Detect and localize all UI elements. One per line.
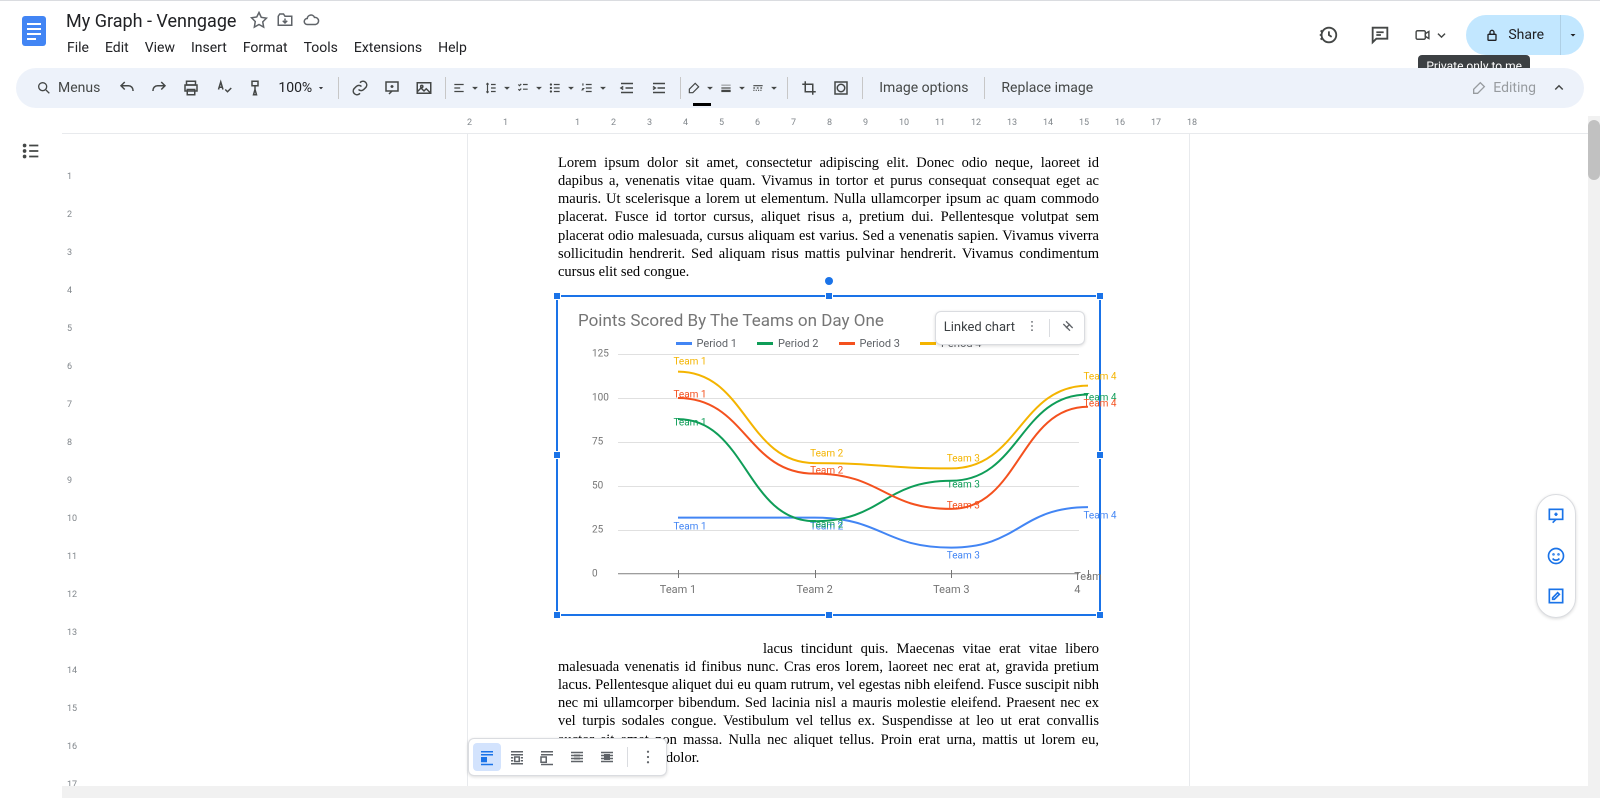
crop-button[interactable]	[794, 73, 824, 103]
menu-tools[interactable]: Tools	[297, 36, 345, 60]
menu-format[interactable]: Format	[236, 36, 295, 60]
checklist-button[interactable]	[516, 73, 546, 103]
add-emoji-icon[interactable]	[1541, 541, 1571, 571]
decrease-indent-button[interactable]	[612, 73, 642, 103]
border-weight-button[interactable]	[719, 73, 749, 103]
menu-view[interactable]: View	[138, 36, 182, 60]
docs-logo[interactable]	[16, 13, 52, 49]
meet-icon[interactable]	[1414, 17, 1450, 53]
menu-extensions[interactable]: Extensions	[347, 36, 429, 60]
collapse-toolbar-button[interactable]	[1544, 73, 1574, 103]
vertical-ruler[interactable]: 1234567891011121314151617	[62, 134, 80, 798]
linked-chart-label[interactable]: Linked chart	[944, 320, 1015, 335]
comments-icon[interactable]	[1362, 17, 1398, 53]
share-button[interactable]: Share	[1466, 15, 1584, 55]
comment-pills	[1536, 494, 1576, 618]
bulleted-list-button[interactable]	[548, 73, 578, 103]
document-area[interactable]: 21123456789101112131415161718 1234567891…	[62, 116, 1600, 798]
doc-title[interactable]: My Graph - Venngage	[60, 9, 242, 34]
numbered-list-button[interactable]	[580, 73, 610, 103]
star-icon[interactable]	[250, 11, 268, 33]
resize-handle[interactable]	[1096, 292, 1104, 300]
cloud-icon[interactable]	[302, 11, 320, 33]
toolbar: Menus 100% Image options Replace image E…	[16, 68, 1584, 108]
editing-mode[interactable]: Editing	[1471, 80, 1536, 96]
suggest-edits-icon[interactable]	[1541, 581, 1571, 611]
replace-image-button[interactable]: Replace image	[991, 76, 1103, 100]
chart-plot: 0255075100125Team 1Team 2Team 3Team 4Tea…	[598, 354, 1079, 574]
spellcheck-button[interactable]	[208, 73, 238, 103]
add-comment-icon[interactable]	[1541, 501, 1571, 531]
behind-text-button[interactable]	[563, 743, 591, 771]
inline-wrap-button[interactable]	[473, 743, 501, 771]
menubar: File Edit View Insert Format Tools Exten…	[60, 36, 1310, 60]
menu-file[interactable]: File	[60, 36, 96, 60]
horizontal-ruler[interactable]: 21123456789101112131415161718	[62, 116, 1600, 134]
paragraph[interactable]: Lorem ipsum dolor sit amet, consectetur …	[558, 154, 1099, 281]
border-dash-button[interactable]	[751, 73, 781, 103]
linked-chart-chip: Linked chart	[935, 311, 1085, 345]
move-icon[interactable]	[276, 11, 294, 33]
increase-indent-button[interactable]	[644, 73, 674, 103]
paint-format-button[interactable]	[240, 73, 270, 103]
undo-button[interactable]	[112, 73, 142, 103]
resize-handle[interactable]	[1096, 611, 1104, 619]
resize-handle[interactable]	[553, 451, 561, 459]
print-button[interactable]	[176, 73, 206, 103]
image-options-button[interactable]: Image options	[869, 76, 978, 100]
resize-handle[interactable]	[553, 611, 561, 619]
wrap-text-button[interactable]	[503, 743, 531, 771]
page[interactable]: Lorem ipsum dolor sit amet, consectetur …	[467, 134, 1190, 798]
mask-button[interactable]	[826, 73, 856, 103]
zoom-select[interactable]: 100%	[272, 80, 332, 96]
redo-button[interactable]	[144, 73, 174, 103]
border-color-button[interactable]	[687, 73, 717, 103]
chart-selection[interactable]: Linked chart Points Scored By The Teams …	[556, 295, 1101, 616]
menu-edit[interactable]: Edit	[98, 36, 136, 60]
menu-help[interactable]: Help	[431, 36, 474, 60]
rotate-handle[interactable]	[825, 277, 833, 285]
horizontal-scrollbar[interactable]	[62, 786, 1600, 798]
image-layout-toolbar	[468, 738, 667, 776]
menu-insert[interactable]: Insert	[184, 36, 234, 60]
resize-handle[interactable]	[553, 292, 561, 300]
more-options-button[interactable]	[634, 743, 662, 771]
front-text-button[interactable]	[593, 743, 621, 771]
insert-link-button[interactable]	[345, 73, 375, 103]
search-icon	[36, 80, 52, 96]
vertical-scrollbar[interactable]	[1588, 116, 1600, 798]
insert-comment-button[interactable]	[377, 73, 407, 103]
more-icon[interactable]	[1025, 319, 1039, 337]
resize-handle[interactable]	[825, 292, 833, 300]
outline-icon[interactable]	[20, 140, 42, 798]
resize-handle[interactable]	[825, 611, 833, 619]
align-button[interactable]	[452, 73, 482, 103]
line-spacing-button[interactable]	[484, 73, 514, 103]
unlink-icon[interactable]	[1060, 318, 1076, 338]
insert-image-button[interactable]	[409, 73, 439, 103]
search-menus[interactable]: Menus	[26, 76, 110, 100]
break-text-button[interactable]	[533, 743, 561, 771]
version-history-icon[interactable]	[1310, 17, 1346, 53]
share-dropdown[interactable]	[1560, 15, 1584, 55]
lock-icon	[1484, 27, 1500, 43]
